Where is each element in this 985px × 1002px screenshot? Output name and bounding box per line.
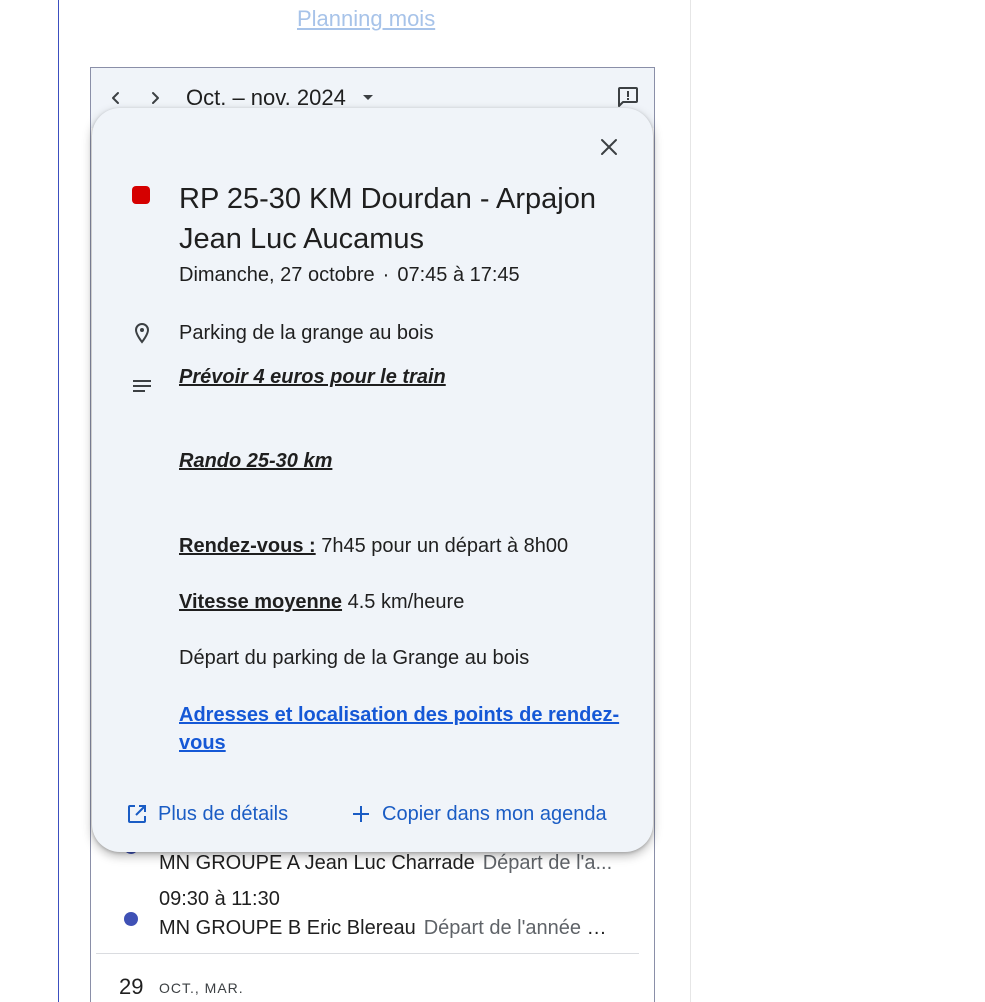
- next-period-button[interactable]: [143, 86, 167, 110]
- desc-line-train: Prévoir 4 euros pour le train: [179, 366, 446, 388]
- day-label: OCT., MAR.: [159, 980, 244, 996]
- event-location: Parking de la grange au bois: [179, 322, 434, 344]
- copy-to-calendar-button[interactable]: Copier dans mon agenda: [350, 798, 607, 830]
- desc-line-speed: Vitesse moyenne 4.5 km/heure: [179, 591, 465, 613]
- event-description: Départ de l'a...: [482, 852, 613, 874]
- event-description: Départ de l'année d...: [423, 917, 614, 939]
- close-icon: [601, 139, 617, 155]
- more-details-label: Plus de détails: [158, 802, 289, 825]
- event-name: MN GROUPE B Eric Blereau: [159, 917, 416, 939]
- separator: ·: [382, 264, 390, 286]
- desc-line-rdv: Rendez-vous : 7h45 pour un départ à 8h00: [179, 535, 569, 557]
- caret-down-icon[interactable]: [360, 90, 376, 106]
- desc-line-link: Adresses et localisation des points de r…: [179, 701, 639, 757]
- event-title: MN GROUPE A Jean Luc Charrade Départ de l…: [159, 852, 614, 875]
- event-date-time: Dimanche, 27 octobre · 07:45 à 17:45: [179, 264, 520, 287]
- rendez-vous-link[interactable]: Adresses et localisation des points de r…: [179, 704, 619, 754]
- event-title: MN GROUPE B Eric Blereau Départ de l'anné…: [159, 917, 614, 940]
- event-time-range: 07:45 à 17:45: [397, 264, 520, 286]
- desc-line-departure: Départ du parking de la Grange au bois: [179, 647, 530, 669]
- location-pin-icon: [134, 322, 150, 344]
- event-color-dot: [124, 912, 138, 926]
- chevron-left-icon: [112, 92, 119, 104]
- planning-mois-link[interactable]: Planning mois: [297, 6, 435, 32]
- open-in-new-icon: [128, 805, 146, 823]
- more-details-button[interactable]: Plus de détails: [126, 798, 288, 830]
- previous-period-button[interactable]: [104, 86, 128, 110]
- notes-icon: [133, 380, 151, 392]
- chevron-right-icon: [152, 92, 159, 104]
- event-time: 09:30 à 11:30: [159, 888, 280, 910]
- event-title: RP 25-30 KM Dourdan - Arpajon Jean Luc A…: [179, 183, 596, 255]
- event-color-chip: [132, 186, 150, 204]
- desc-line-rando: Rando 25-30 km: [179, 450, 333, 472]
- event-details-popup: RP 25-30 KM Dourdan - Arpajon Jean Luc A…: [92, 108, 653, 852]
- day-divider: [96, 953, 639, 954]
- close-button[interactable]: [596, 134, 622, 160]
- day-number[interactable]: 29: [119, 974, 143, 1000]
- plus-icon: [353, 806, 369, 822]
- copy-to-calendar-label: Copier dans mon agenda: [382, 802, 607, 825]
- agenda-list: MN GROUPE A Jean Luc Charrade Départ de l…: [91, 828, 654, 1002]
- event-name: MN GROUPE A Jean Luc Charrade: [159, 852, 475, 874]
- event-date: Dimanche, 27 octobre: [179, 264, 375, 286]
- feedback-icon[interactable]: [616, 85, 640, 109]
